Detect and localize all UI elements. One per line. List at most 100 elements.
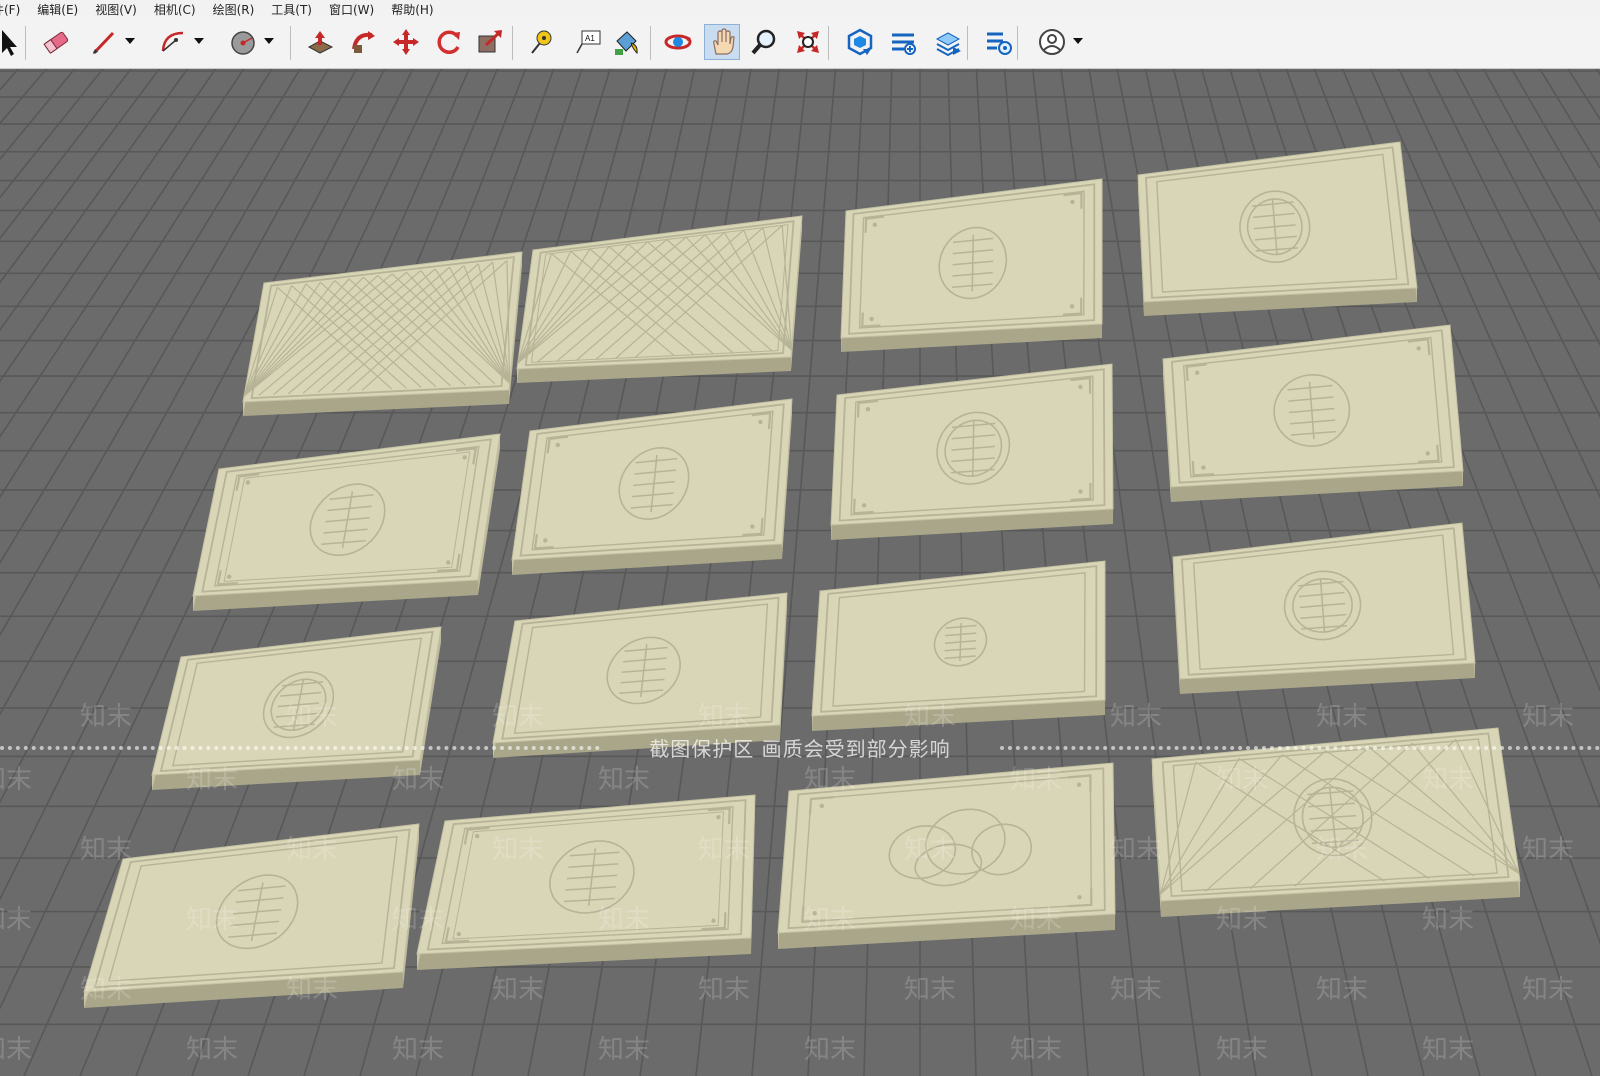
banner-dots-left [0,746,600,750]
watermark-text: 知末 [286,702,339,732]
watermark-text: 知末 [804,905,857,935]
watermark-text: 知末 [1316,835,1369,865]
watermark-text: 知末 [80,835,133,865]
watermark-text: 知末 [186,905,239,935]
watermark-text: 知末 [286,835,339,865]
3d-warehouse-icon [847,28,873,56]
menu-item-5[interactable]: 工具(T) [271,1,312,18]
zoom-tool[interactable] [746,24,782,60]
menu-bar: 件(F) 编辑(E) 视图(V) 相机(C) 绘图(R) 工具(T) 窗口(W) 帮助(H) [0,0,1600,18]
zoom-extents-icon [797,31,819,53]
push-pull-tool[interactable] [302,24,338,60]
carved-panel-14 [416,794,756,970]
eraser-tool[interactable] [38,24,74,60]
chevron-down-icon [125,38,135,44]
text-icon: A1 [576,30,601,54]
pencil-line-dropdown[interactable] [123,30,137,52]
extension-manager-icon [987,32,1012,55]
toolbar-separator [25,26,26,60]
watermark-text: 知末 [1216,765,1269,795]
watermark-text: 知末 [804,765,857,795]
watermark-text: 知末 [698,702,751,732]
circle-shape-dropdown[interactable] [262,30,276,52]
scale-icon [478,30,502,53]
watermark-text: 知末 [904,975,957,1005]
push-pull-icon [307,31,334,54]
account-user-dropdown[interactable] [1071,30,1085,52]
watermark-text: 知末 [492,835,545,865]
arc-tool[interactable] [155,24,191,60]
watermark-text: 知末 [1422,765,1475,795]
watermark-text: 知末 [598,765,651,795]
toolbar-separator [967,26,968,60]
extension-warehouse-tool[interactable] [885,24,921,60]
pan-hand-icon [713,28,735,55]
watermark-text: 知末 [904,835,957,865]
scale-tool[interactable] [472,24,508,60]
watermark-text: 知末 [392,765,445,795]
screenshot-protection-banner: 截图保护区 画质会受到部分影响 [0,735,1600,761]
menu-item-7[interactable]: 帮助(H) [391,1,433,18]
rotate-tool[interactable] [430,24,466,60]
menu-item-0[interactable]: 件(F) [0,1,20,18]
pencil-line-tool[interactable] [86,24,122,60]
watermark-text: 知末 [698,835,751,865]
paint-bucket-tool[interactable] [608,24,644,60]
protection-text: 截图保护区 画质会受到部分影响 [649,736,951,761]
menu-item-2[interactable]: 视图(V) [95,1,137,18]
circle-shape-icon [231,31,255,55]
text-tool[interactable]: A1 [570,24,606,60]
layout-send-tool[interactable] [930,24,966,60]
watermark-text: 知末 [0,765,33,795]
orbit-tool[interactable] [660,24,696,60]
watermark-text: 知末 [1422,905,1475,935]
watermark-text: 知末 [1522,975,1575,1005]
watermark-text: 知末 [186,765,239,795]
zoom-extents-tool[interactable] [790,24,826,60]
chevron-down-icon [194,38,204,44]
watermark-text: 知末 [1110,835,1163,865]
3d-viewport[interactable]: 截图保护区 画质会受到部分影响 知末知末知末知末知末知末知末知末知末知末知末知末… [0,69,1600,1076]
watermark-text: 知末 [904,702,957,732]
watermark-text: 知末 [492,702,545,732]
toolbar-separator [512,26,513,60]
extension-manager-tool[interactable] [980,24,1016,60]
eraser-icon [43,31,69,54]
layout-send-icon [935,32,961,57]
select-arrow-tool[interactable] [0,24,26,60]
move-tool[interactable] [388,24,424,60]
watermark-text: 知末 [1010,765,1063,795]
tape-measure-tool[interactable] [525,24,561,60]
toolbar-separator [828,26,829,60]
watermark-text: 知末 [80,702,133,732]
menu-item-6[interactable]: 窗口(W) [329,1,374,18]
orbit-icon [664,34,692,50]
watermark-text: 知末 [1010,905,1063,935]
pan-hand-tool[interactable] [704,24,740,60]
tape-measure-icon [531,30,552,54]
watermark-text: 知末 [1316,975,1369,1005]
watermark-text: 知末 [698,975,751,1005]
move-icon [393,29,419,55]
watermark-text: 知末 [598,905,651,935]
arc-dropdown[interactable] [192,30,206,52]
menu-item-4[interactable]: 绘图(R) [213,1,255,18]
watermark-text: 知末 [1110,702,1163,732]
watermark-text: 知末 [1422,1035,1475,1065]
watermark-text: 知末 [0,1035,33,1065]
watermark-text: 知末 [0,905,33,935]
watermark-text: 知末 [80,975,133,1005]
banner-dots-right [1000,746,1600,750]
select-arrow-icon [2,30,17,56]
account-user-tool[interactable] [1034,24,1070,60]
main-toolbar: A1 [0,18,1600,69]
paint-bucket-icon [615,31,638,55]
model-scene[interactable] [0,69,1600,1076]
menu-item-1[interactable]: 编辑(E) [37,1,78,18]
watermark-text: 知末 [1110,975,1163,1005]
follow-me-tool[interactable] [345,24,381,60]
menu-item-3[interactable]: 相机(C) [154,1,196,18]
3d-warehouse-tool[interactable] [842,24,878,60]
pencil-line-icon [92,31,115,55]
circle-shape-tool[interactable] [225,24,261,60]
